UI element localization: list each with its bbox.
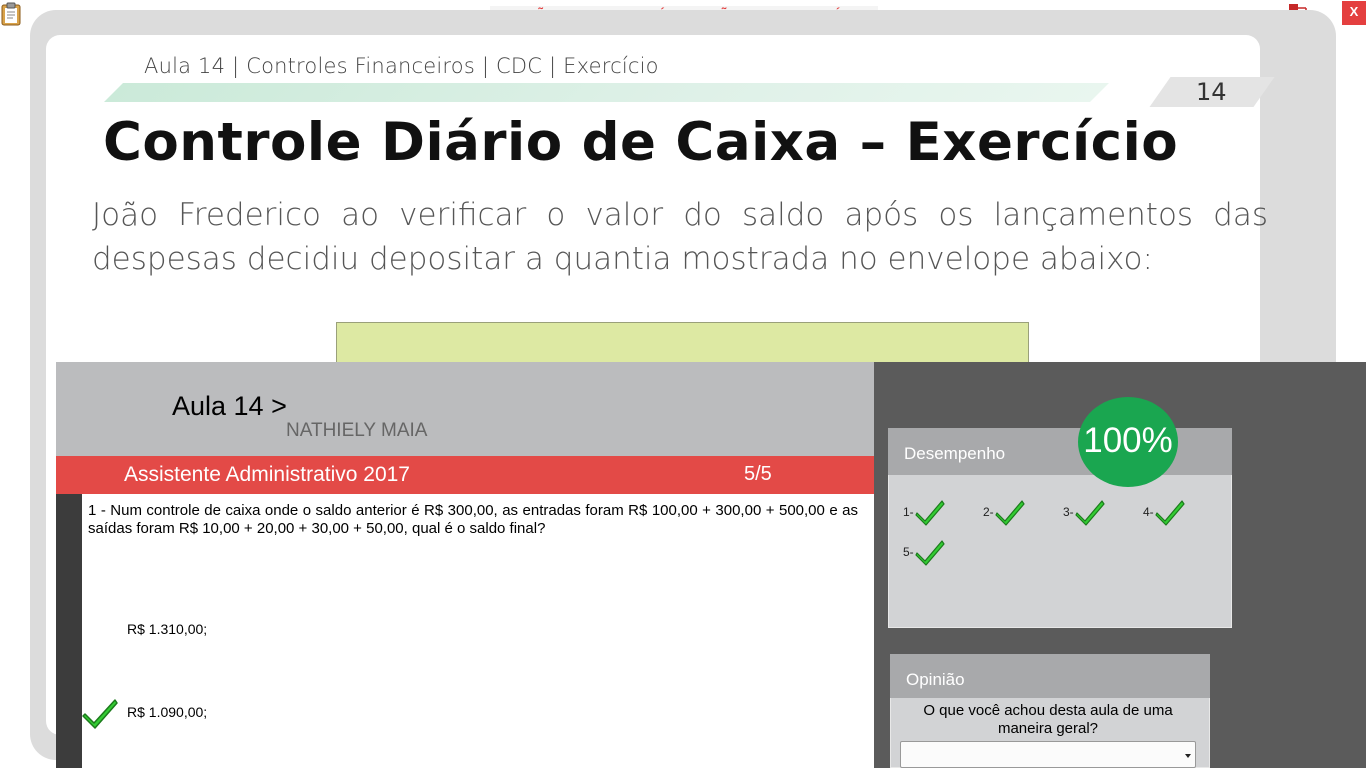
question-side-bar [56,494,82,768]
check-icon [995,500,1025,526]
question-status-label: 1- [903,505,914,519]
slide-title: Controle Diário de Caixa – Exercício [103,112,1179,173]
clipboard-icon[interactable] [0,2,22,26]
course-name: Assistente Administrativo 2017 [124,463,410,486]
page-number: 14 [1196,78,1227,106]
user-name: NATHIELY MAIA [286,420,428,441]
answer-option-1[interactable]: R$ 1.310,00; [127,621,207,637]
app-window: VERSÃO PARA FUNCIONÁRIOS - NÃO COMERCIAL… [0,0,1366,768]
close-button[interactable]: X [1342,1,1366,25]
slide-body-text: João Frederico ao verificar o valor do s… [92,197,1268,277]
check-icon [915,500,945,526]
answer-option-2[interactable]: R$ 1.090,00; [127,704,207,720]
opinion-question: O que você achou desta aula de uma manei… [923,702,1173,737]
header-stripe [104,83,1109,102]
question-status-2[interactable]: 2- [983,498,1025,526]
opinion-label: Opinião [906,670,965,689]
opinion-select[interactable] [900,741,1196,768]
breadcrumb: Aula 14 | Controles Financeiros | CDC | … [144,54,659,78]
question-text: 1 - Num controle de caixa onde o saldo a… [88,502,858,537]
question-status-label: 3- [1063,505,1074,519]
performance-label: Desempenho [904,444,1006,463]
question-progress: 5/5 [744,463,772,485]
lesson-title[interactable]: Aula 14 > [172,391,287,422]
question-status-label: 4- [1143,505,1154,519]
check-icon [82,699,118,729]
question-status-label: 2- [983,505,994,519]
check-icon [915,540,945,566]
question-status-3[interactable]: 3- [1063,498,1105,526]
question-status-label: 5- [903,545,914,559]
question-status-4[interactable]: 4- [1143,498,1185,526]
question-status-1[interactable]: 1- [903,498,945,526]
score-value: 100% [1083,421,1173,460]
question-status-5[interactable]: 5- [903,538,945,566]
check-icon [1155,500,1185,526]
chevron-down-icon [1185,754,1191,758]
check-icon [1075,500,1105,526]
